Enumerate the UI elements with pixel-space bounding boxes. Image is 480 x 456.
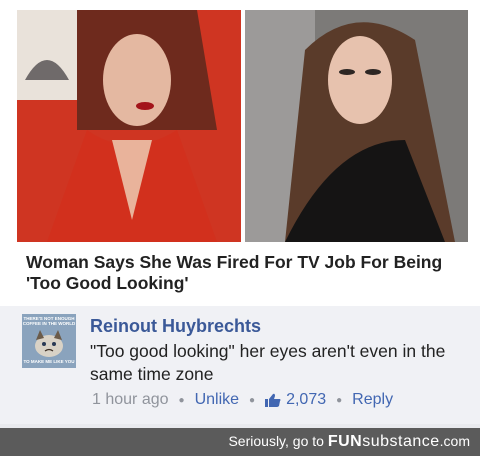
article-photo-right <box>245 10 468 242</box>
news-card[interactable]: Woman Says She Was Fired For TV Job For … <box>0 0 480 306</box>
comment-author[interactable]: Reinout Huybrechts <box>90 316 261 337</box>
brand-bold: FUN <box>327 433 363 450</box>
brand-tld: .com <box>439 433 470 449</box>
reply-button[interactable]: Reply <box>352 391 393 409</box>
comment-text: "Too good looking" her eyes aren't even … <box>90 341 446 384</box>
separator-dot: ● <box>178 394 185 406</box>
article-headline[interactable]: Woman Says She Was Fired For TV Job For … <box>26 252 466 294</box>
footer-text[interactable]: Seriously, go to FUNsubstance.com <box>228 433 470 451</box>
separator-dot: ● <box>249 394 256 406</box>
unlike-button[interactable]: Unlike <box>195 391 239 409</box>
footer-bar: Seriously, go to FUNsubstance.com <box>0 428 480 456</box>
avatar[interactable]: THERE'S NOT ENOUGH COFFEE IN THE WORLD T… <box>22 314 76 368</box>
comment-meta: 1 hour ago ● Unlike ● 2,073 ● Reply <box>92 391 393 409</box>
brand-rest: substance <box>362 433 440 450</box>
comment-timestamp[interactable]: 1 hour ago <box>92 391 169 409</box>
footer-prefix: Seriously, go to <box>228 433 324 449</box>
avatar-caption-top: THERE'S NOT ENOUGH COFFEE IN THE WORLD <box>22 316 76 326</box>
avatar-caption-bottom: TO MAKE ME LIKE YOU <box>23 359 75 364</box>
like-count[interactable]: 2,073 <box>286 391 326 409</box>
separator-dot: ● <box>336 394 343 406</box>
funsubstance-logo: FUNsubstance <box>328 433 440 450</box>
article-photo-left <box>17 10 241 242</box>
thumbs-up-icon <box>265 393 281 407</box>
